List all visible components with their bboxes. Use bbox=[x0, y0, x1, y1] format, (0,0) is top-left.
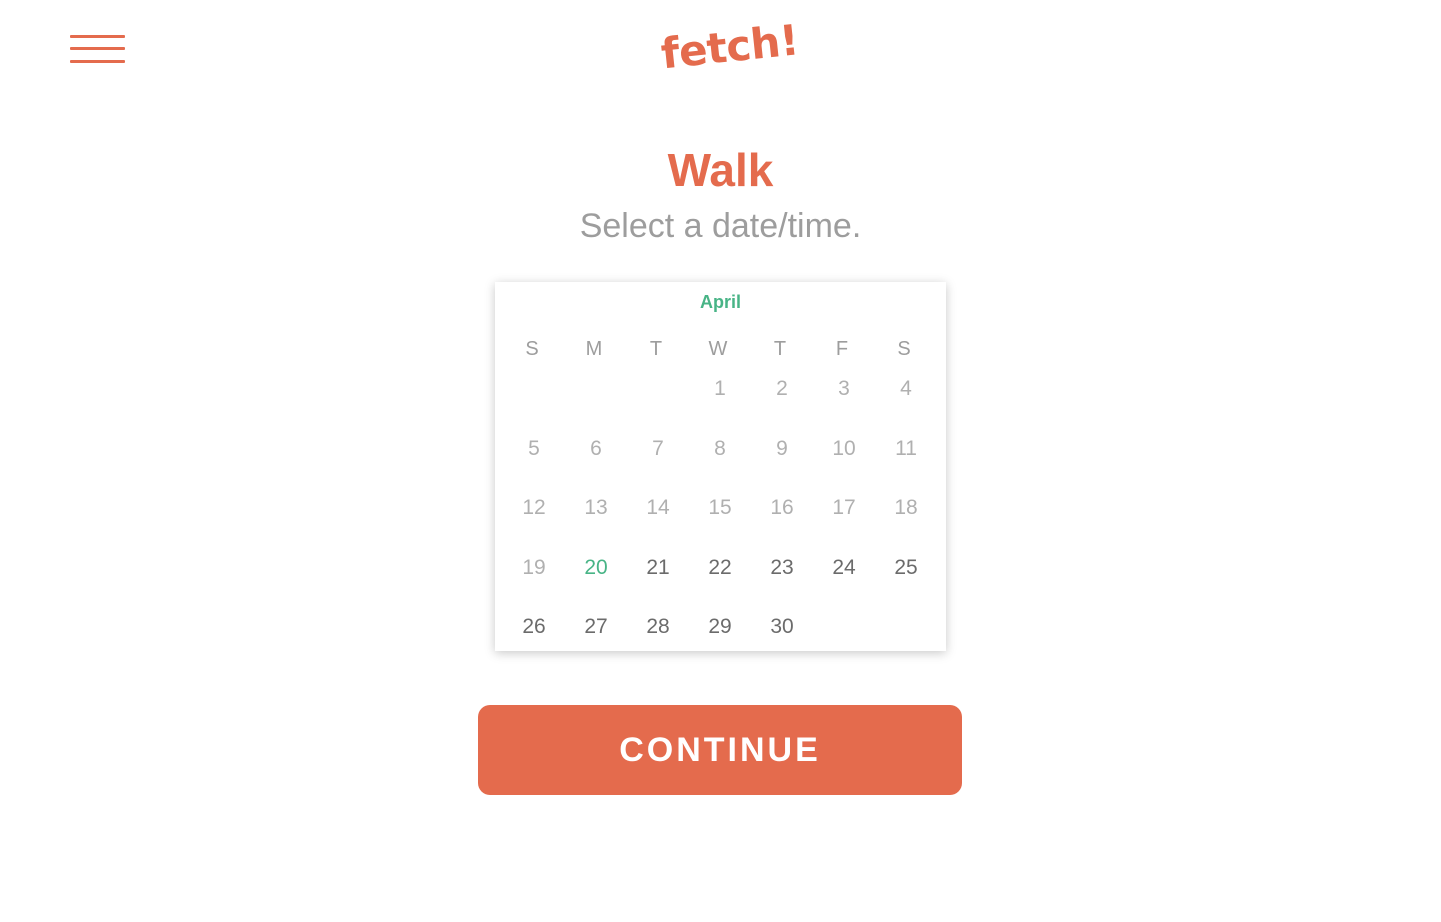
weekday-label: S bbox=[525, 338, 539, 360]
calendar-day-4: 4 bbox=[900, 377, 912, 400]
calendar-day-5: 5 bbox=[528, 436, 540, 460]
calendar-day-20[interactable]: 20 bbox=[565, 553, 627, 583]
page-subtitle: Select a date/time. bbox=[579, 207, 862, 245]
calendar-day-13: 13 bbox=[584, 496, 608, 520]
calendar-day-16: 16 bbox=[770, 496, 794, 520]
calendar-day-6: 6 bbox=[590, 436, 602, 460]
weekday-label: T bbox=[773, 338, 787, 360]
calendar-day-11: 11 bbox=[895, 436, 917, 460]
date-picker-calendar: April S M T W T F S 1 2 3 4 5 6 7 8 9 10 11 12 13 14 1… bbox=[495, 282, 946, 651]
calendar-day-7: 7 bbox=[652, 436, 664, 460]
calendar-day-24[interactable]: 24 bbox=[813, 553, 875, 583]
calendar-day-17: 17 bbox=[832, 496, 856, 520]
calendar-day-18: 18 bbox=[894, 496, 918, 520]
calendar-day-14: 14 bbox=[646, 496, 670, 520]
weekday-label: T bbox=[649, 338, 663, 360]
hamburger-menu-icon[interactable] bbox=[70, 33, 126, 65]
fetch-logo[interactable]: fetch! bbox=[658, 12, 801, 85]
calendar-weekday-header: S M T W T F S bbox=[501, 338, 935, 360]
calendar-day-28[interactable]: 28 bbox=[627, 612, 689, 642]
menu-line bbox=[70, 60, 125, 63]
calendar-day-29[interactable]: 29 bbox=[689, 612, 751, 642]
calendar-day-19: 19 bbox=[522, 555, 546, 579]
calendar-day-10: 10 bbox=[832, 436, 856, 460]
page: fetch! Walk Select a date/time. April S … bbox=[0, 0, 1441, 922]
calendar-day-9: 9 bbox=[776, 436, 788, 460]
weekday-label: S bbox=[897, 338, 911, 360]
menu-line bbox=[70, 47, 125, 50]
menu-line bbox=[70, 35, 125, 38]
calendar-day-3: 3 bbox=[838, 377, 850, 400]
weekday-label: F bbox=[835, 338, 849, 360]
calendar-day-25[interactable]: 25 bbox=[875, 553, 937, 583]
calendar-day-23[interactable]: 23 bbox=[751, 553, 813, 583]
calendar-day-8: 8 bbox=[714, 436, 726, 460]
calendar-day-15: 15 bbox=[708, 496, 732, 520]
calendar-day-30[interactable]: 30 bbox=[751, 612, 813, 642]
continue-button[interactable]: CONTINUE bbox=[478, 705, 962, 795]
calendar-day-22[interactable]: 22 bbox=[689, 553, 751, 583]
calendar-day-26[interactable]: 26 bbox=[503, 612, 565, 642]
calendar-day-1: 1 bbox=[714, 377, 726, 400]
calendar-month-label: April bbox=[699, 292, 741, 312]
calendar-day-21[interactable]: 21 bbox=[627, 553, 689, 583]
calendar-day-27[interactable]: 27 bbox=[565, 612, 627, 642]
weekday-label: W bbox=[708, 338, 728, 360]
calendar-days-grid: 1 2 3 4 5 6 7 8 9 10 11 12 13 14 15 16 17 18 19 20 21 22 23 24 2… bbox=[503, 374, 937, 672]
page-title: Walk bbox=[667, 144, 774, 196]
weekday-label: M bbox=[585, 338, 603, 360]
calendar-day-12: 12 bbox=[522, 496, 546, 520]
calendar-day-2: 2 bbox=[776, 377, 788, 400]
